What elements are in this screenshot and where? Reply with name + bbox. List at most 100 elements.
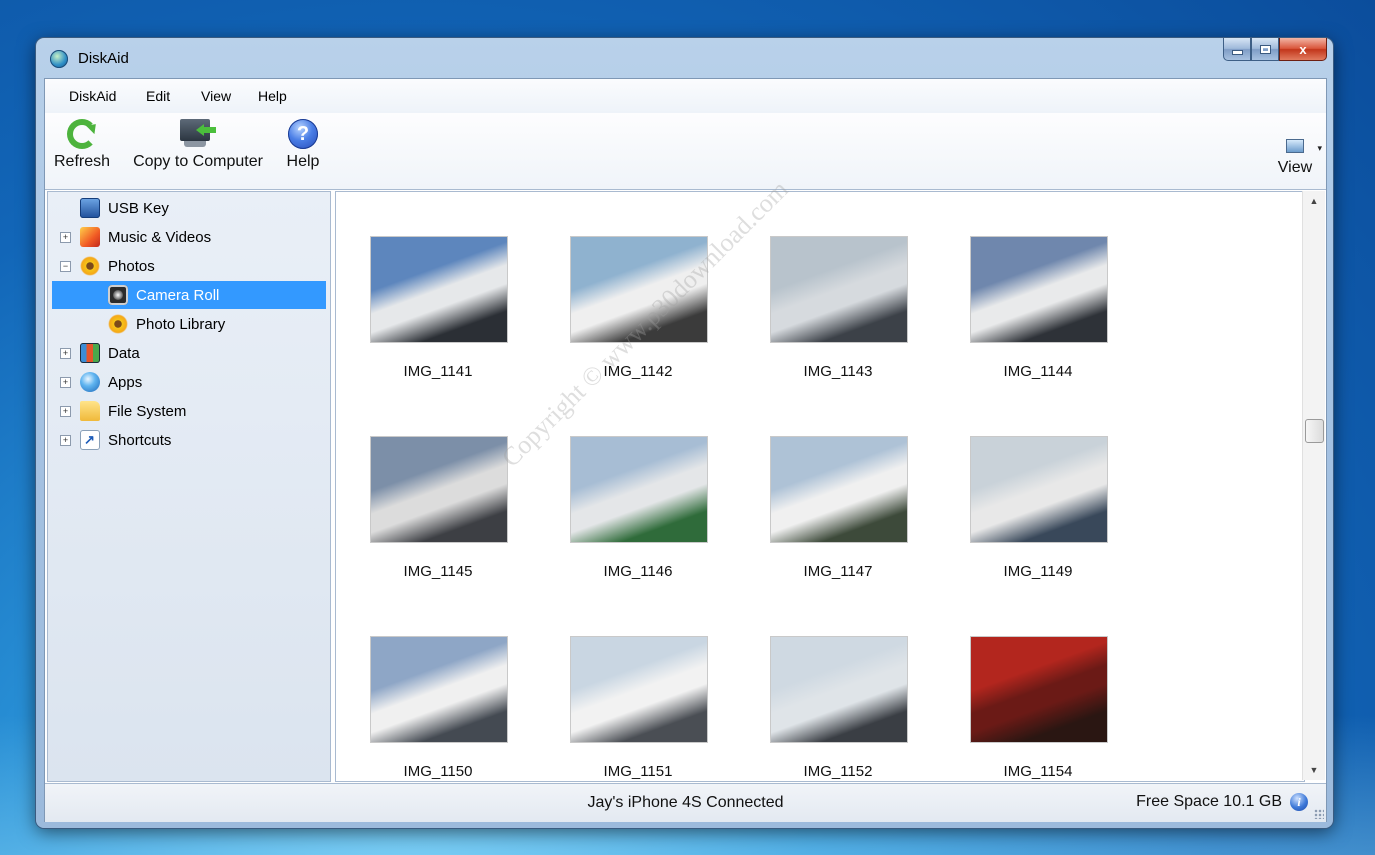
- photo-caption: IMG_1147: [803, 563, 873, 580]
- help-icon: ?: [288, 119, 318, 149]
- photo-thumbnail[interactable]: [770, 636, 908, 743]
- tree-item-photo-library[interactable]: Photo Library: [108, 310, 326, 338]
- photo-caption: IMG_1154: [1003, 763, 1073, 780]
- photo-thumbnail[interactable]: [770, 436, 908, 543]
- tree-item-file-system[interactable]: File System: [80, 397, 326, 425]
- status-bar: Jay's iPhone 4S Connected Free Space 10.…: [45, 783, 1326, 822]
- vertical-scrollbar[interactable]: ▲ ▼: [1302, 191, 1325, 780]
- toolbar: Refresh Copy to Computer ? Help ▾ View: [45, 113, 1326, 190]
- shortcut-icon: [80, 430, 100, 450]
- photo-thumbnail[interactable]: [970, 636, 1108, 743]
- photo-caption: IMG_1146: [603, 563, 673, 580]
- photo-caption: IMG_1152: [803, 763, 873, 780]
- apps-icon: [80, 372, 100, 392]
- photo-caption: IMG_1149: [1003, 563, 1073, 580]
- copy-to-computer-icon: [178, 119, 218, 149]
- camera-icon: [108, 285, 128, 305]
- tree-item-label: File System: [108, 402, 187, 420]
- help-label: Help: [286, 153, 320, 170]
- diskaid-window: DiskAid x DiskAid Edit View Help Refresh…: [36, 38, 1333, 828]
- expand-data-icon[interactable]: +: [60, 348, 71, 359]
- tree-item-apps[interactable]: Apps: [80, 368, 326, 396]
- device-tree: USB Key + Music & Videos − Photos Camera…: [47, 191, 331, 782]
- menu-diskaid[interactable]: DiskAid: [69, 88, 116, 104]
- resize-grip[interactable]: [1314, 809, 1324, 819]
- minimize-icon: [1232, 50, 1242, 54]
- photo-caption: IMG_1143: [803, 363, 873, 380]
- tree-item-shortcuts[interactable]: Shortcuts: [80, 426, 326, 454]
- expand-apps-icon[interactable]: +: [60, 377, 71, 388]
- photo-thumbnail[interactable]: [570, 636, 708, 743]
- folder-icon: [80, 401, 100, 421]
- photo-thumbnail[interactable]: [370, 436, 508, 543]
- photo-caption: IMG_1144: [1003, 363, 1073, 380]
- photo-thumbnail[interactable]: [370, 636, 508, 743]
- menu-view[interactable]: View: [201, 88, 231, 104]
- scroll-up-icon[interactable]: ▲: [1303, 191, 1325, 211]
- help-button[interactable]: ? Help: [283, 119, 323, 171]
- tree-item-label: Data: [108, 344, 140, 362]
- close-button[interactable]: x: [1279, 38, 1327, 61]
- tree-item-label: Apps: [108, 373, 143, 391]
- photo-library-icon: [108, 314, 128, 334]
- tree-item-label: Photos: [108, 257, 155, 275]
- photo-thumbnail[interactable]: [570, 436, 708, 543]
- view-icon: [1286, 139, 1304, 153]
- view-label: View: [1277, 159, 1313, 176]
- free-space-indicator: Free Space 10.1 GB i: [1136, 793, 1308, 811]
- free-space-text: Free Space 10.1 GB: [1136, 793, 1282, 810]
- diskaid-app-icon: [50, 50, 68, 68]
- music-icon: [80, 227, 100, 247]
- title-bar[interactable]: DiskAid x: [36, 38, 1333, 78]
- photo-grid: IMG_1141 IMG_1142 IMG_1143 IMG_1144 IMG_1145…: [335, 175, 1305, 782]
- photo-thumbnail[interactable]: [570, 236, 708, 343]
- menu-bar: DiskAid Edit View Help: [45, 79, 1326, 114]
- tree-item-label: Camera Roll: [136, 286, 220, 304]
- tree-item-label: USB Key: [108, 199, 169, 217]
- device-status: Jay's iPhone 4S Connected: [587, 794, 784, 811]
- view-dropdown-arrow-icon[interactable]: ▾: [1317, 143, 1322, 154]
- tree-item-usb-key[interactable]: USB Key: [80, 194, 326, 222]
- tree-item-camera-roll[interactable]: Camera Roll: [52, 281, 326, 309]
- close-icon: x: [1299, 41, 1307, 57]
- maximize-icon: [1260, 45, 1270, 53]
- scrollbar-thumb[interactable]: [1305, 419, 1324, 443]
- expand-music-icon[interactable]: +: [60, 232, 71, 243]
- scroll-down-icon[interactable]: ▼: [1303, 760, 1325, 780]
- refresh-icon: [67, 119, 97, 149]
- tree-item-label: Shortcuts: [108, 431, 172, 449]
- minimize-button[interactable]: [1223, 38, 1251, 61]
- photo-caption: IMG_1141: [403, 363, 473, 380]
- data-icon: [80, 343, 100, 363]
- photo-thumbnail[interactable]: [970, 236, 1108, 343]
- tree-item-label: Photo Library: [136, 315, 226, 333]
- photo-caption: IMG_1142: [603, 363, 673, 380]
- photo-caption: IMG_1151: [603, 763, 673, 780]
- photos-icon: [80, 256, 100, 276]
- expand-file-system-icon[interactable]: +: [60, 406, 71, 417]
- tree-item-label: Music & Videos: [108, 228, 212, 246]
- window-title: DiskAid: [78, 50, 129, 67]
- tree-item-data[interactable]: Data: [80, 339, 326, 367]
- client-area: DiskAid Edit View Help Refresh Copy to C…: [44, 78, 1327, 822]
- refresh-label: Refresh: [53, 153, 111, 170]
- tree-item-photos[interactable]: Photos: [80, 252, 326, 280]
- maximize-button[interactable]: [1251, 38, 1279, 61]
- photo-thumbnail[interactable]: [770, 236, 908, 343]
- photo-thumbnail[interactable]: [970, 436, 1108, 543]
- copy-to-computer-label: Copy to Computer: [133, 153, 263, 170]
- view-button[interactable]: ▾ View: [1270, 139, 1322, 177]
- photo-caption: IMG_1145: [403, 563, 473, 580]
- menu-help[interactable]: Help: [258, 88, 287, 104]
- refresh-button[interactable]: Refresh: [53, 119, 111, 171]
- info-icon[interactable]: i: [1290, 793, 1308, 811]
- tree-item-music-videos[interactable]: Music & Videos: [80, 223, 326, 251]
- expand-shortcuts-icon[interactable]: +: [60, 435, 71, 446]
- usb-key-icon: [80, 198, 100, 218]
- caption-buttons: x: [1223, 38, 1327, 61]
- collapse-photos-icon[interactable]: −: [60, 261, 71, 272]
- copy-to-computer-button[interactable]: Copy to Computer: [125, 119, 271, 171]
- photo-thumbnail[interactable]: [370, 236, 508, 343]
- photo-caption: IMG_1150: [403, 763, 473, 780]
- menu-edit[interactable]: Edit: [146, 88, 170, 104]
